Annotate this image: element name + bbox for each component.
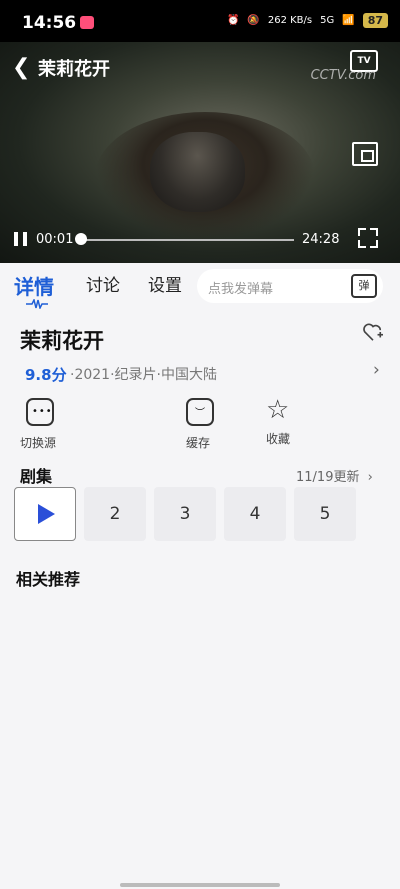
favorite-heart-icon[interactable] — [362, 322, 384, 342]
switch-source-button[interactable]: ••• 切换源 — [20, 398, 70, 451]
video-player[interactable] — [0, 0, 400, 263]
pause-icon[interactable] — [14, 232, 27, 246]
episodes-heading: 剧集 — [20, 467, 53, 486]
tab-details[interactable]: 详情 — [14, 271, 54, 300]
progress-knob[interactable] — [75, 233, 87, 245]
more-dots-icon: ••• — [26, 398, 54, 426]
episode-3[interactable]: 3 — [154, 487, 216, 541]
show-meta: ·2021·纪录片·中国大陆 — [70, 367, 217, 383]
fullscreen-icon[interactable] — [358, 228, 378, 248]
tab-active-indicator — [26, 299, 48, 309]
duration: 24:28 — [302, 232, 340, 247]
switch-source-label: 切换源 — [20, 436, 57, 450]
cache-button[interactable]: ︶ 缓存 — [186, 398, 226, 451]
danmu-toggle-button[interactable]: 弹 — [351, 274, 377, 298]
episodes-update-text: 11/19更新 — [296, 470, 360, 485]
video-scene-object — [150, 132, 245, 212]
play-icon — [38, 504, 55, 524]
status-time: 14:56 — [22, 13, 77, 33]
episode-2[interactable]: 2 — [84, 487, 146, 541]
alarm-icon: ⏰ — [226, 15, 240, 26]
recommend-heading: 相关推荐 — [16, 570, 81, 589]
chevron-right-icon: › — [367, 470, 373, 485]
mute-icon: 🔕 — [247, 15, 260, 26]
episode-current[interactable] — [14, 487, 76, 541]
app-notification-icon — [80, 16, 94, 29]
wifi-icon: 📶 — [342, 15, 355, 26]
cache-label: 缓存 — [186, 436, 211, 450]
back-icon[interactable]: ❮ — [12, 55, 30, 80]
battery-indicator: 87 — [362, 13, 388, 28]
star-icon: ☆ — [266, 395, 290, 425]
episode-4[interactable]: 4 — [224, 487, 286, 541]
current-time: 00:01 — [36, 232, 74, 247]
chevron-right-icon[interactable]: › — [373, 360, 380, 380]
collect-button[interactable]: ☆ 收藏 — [266, 396, 306, 447]
network-type: 5G — [320, 15, 335, 26]
cctv-watermark: CCTV.com — [310, 68, 376, 83]
danmu-placeholder: 点我发弹幕 — [208, 282, 274, 297]
download-cache-icon: ︶ — [186, 398, 214, 426]
show-title: 茉莉花开 — [20, 329, 104, 353]
picture-in-picture-icon[interactable] — [352, 142, 378, 166]
collect-label: 收藏 — [266, 432, 291, 446]
video-title: 茉莉花开 — [38, 59, 110, 80]
home-indicator[interactable] — [120, 883, 280, 887]
episode-5[interactable]: 5 — [294, 487, 356, 541]
show-score: 9.8分 — [25, 366, 67, 384]
network-speed: 262 KB/s — [267, 15, 313, 26]
status-icons: ⏰ 🔕 262 KB/s 5G 📶 87 — [227, 13, 388, 28]
tab-discussion[interactable]: 讨论 — [86, 271, 120, 296]
tab-settings[interactable]: 设置 — [148, 271, 182, 296]
progress-track[interactable] — [78, 239, 294, 241]
episodes-update[interactable]: 11/19更新 › — [296, 466, 373, 485]
